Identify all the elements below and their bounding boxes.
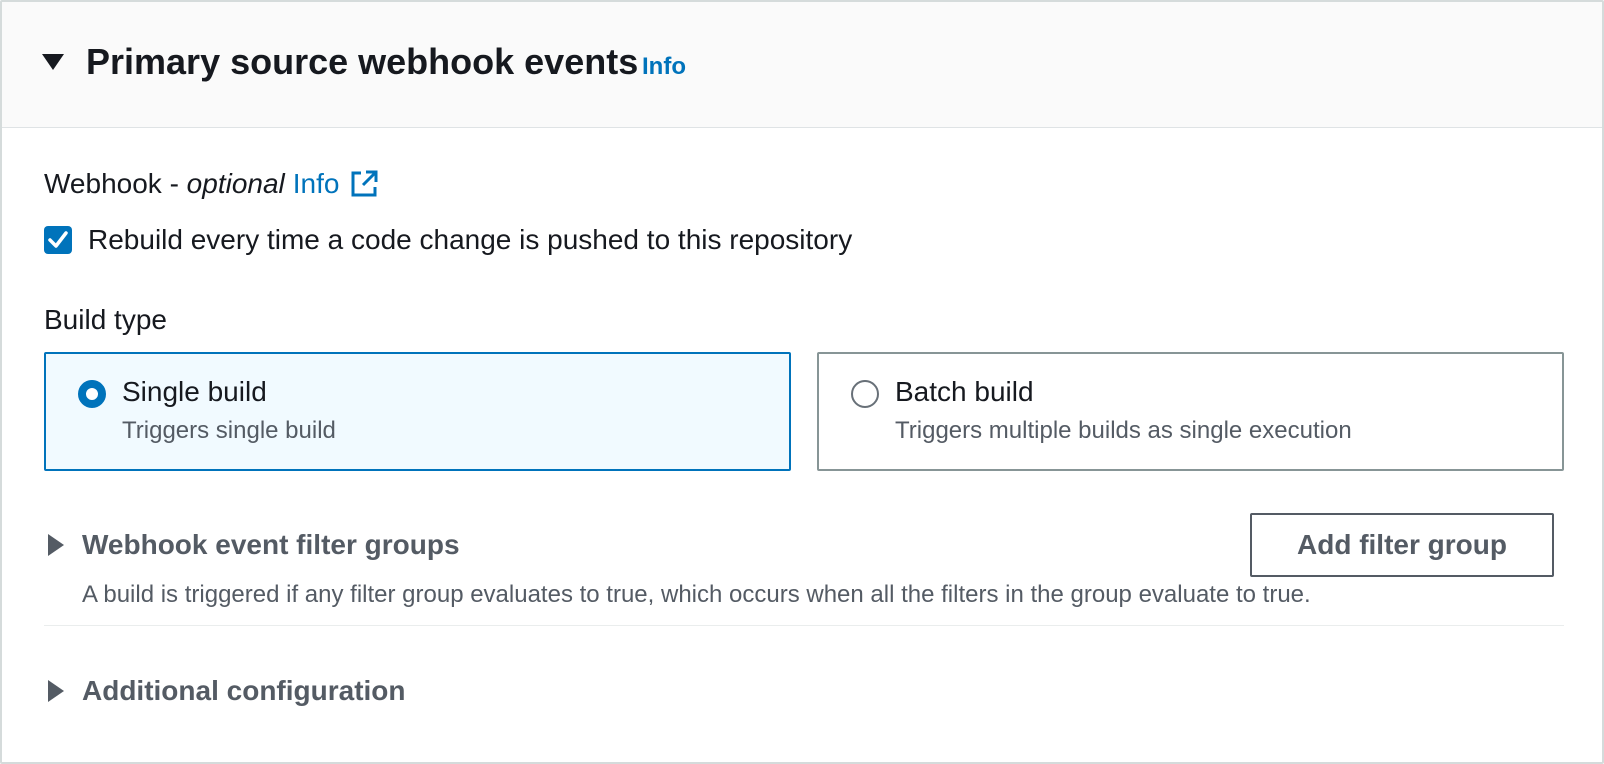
webhook-info-link[interactable]: Info <box>293 166 340 202</box>
external-link-icon[interactable] <box>349 169 379 199</box>
single-build-tile[interactable]: Single build Triggers single build <box>44 352 791 471</box>
checkmark-icon <box>48 231 68 248</box>
additional-configuration-expander[interactable]: Additional configuration <box>82 673 406 709</box>
panel-title: Primary source webhook events <box>86 41 639 82</box>
rebuild-checkbox-label: Rebuild every time a code change is push… <box>88 224 853 255</box>
rebuild-checkbox-row[interactable]: Rebuild every time a code change is push… <box>44 222 852 258</box>
webhook-events-panel: Primary source webhook events Info Webho… <box>0 0 1604 764</box>
add-filter-group-button[interactable]: Add filter group <box>1250 513 1554 577</box>
filter-groups-expander[interactable]: Webhook event filter groups <box>82 527 460 563</box>
batch-build-title: Batch build <box>895 376 1034 407</box>
single-build-radio[interactable] <box>78 380 106 408</box>
caret-down-icon[interactable] <box>42 54 64 70</box>
webhook-optional-text: optional <box>186 168 285 199</box>
batch-build-description: Triggers multiple builds as single execu… <box>895 417 1352 444</box>
webhook-label: Webhook - optional Info <box>44 166 379 202</box>
batch-build-tile[interactable]: Batch build Triggers multiple builds as … <box>817 352 1564 471</box>
caret-right-icon[interactable] <box>48 534 64 556</box>
batch-build-radio[interactable] <box>851 380 879 408</box>
caret-right-icon[interactable] <box>48 680 64 702</box>
rebuild-checkbox[interactable] <box>44 226 72 254</box>
filter-groups-description: A build is triggered if any filter group… <box>82 581 1311 608</box>
webhook-label-text: Webhook - <box>44 168 187 199</box>
single-build-title: Single build <box>122 376 267 407</box>
panel-header: Primary source webhook events Info <box>2 2 1602 128</box>
build-type-label: Build type <box>44 304 167 335</box>
divider <box>44 625 1564 626</box>
header-info-link[interactable]: Info <box>642 52 686 82</box>
single-build-description: Triggers single build <box>122 417 336 444</box>
